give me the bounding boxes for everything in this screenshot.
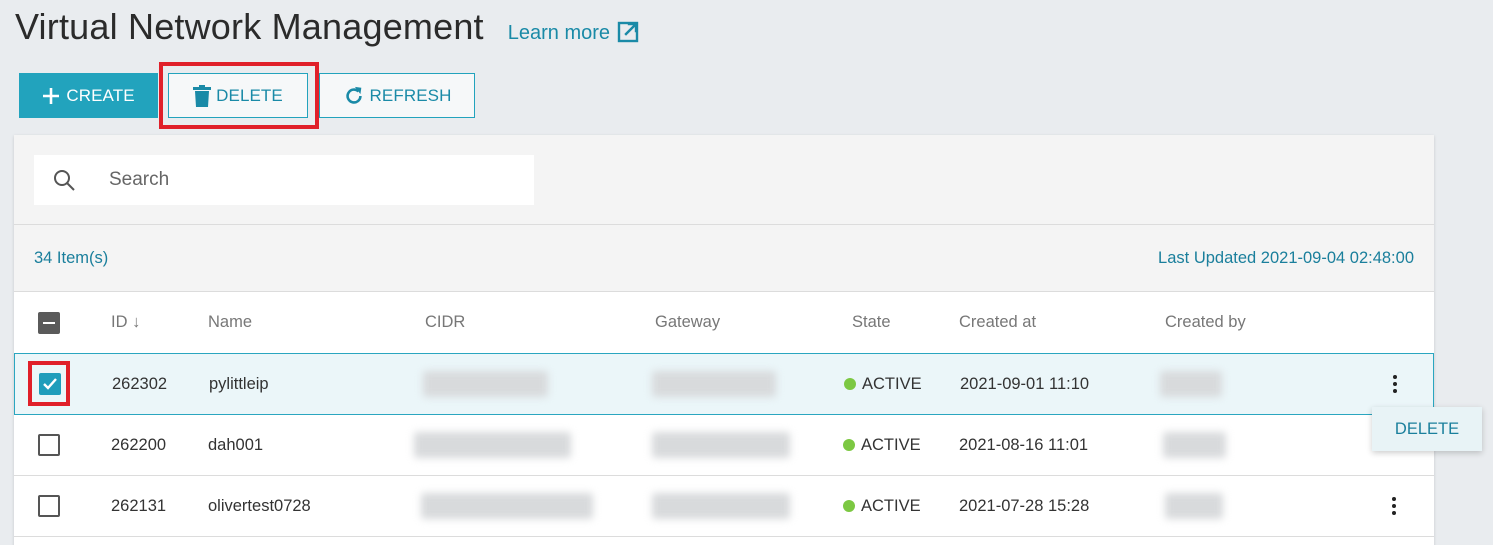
active-status-dot bbox=[843, 439, 855, 451]
create-button[interactable]: CREATE bbox=[19, 73, 158, 118]
checkmark-icon bbox=[43, 378, 57, 390]
context-menu-delete-label: DELETE bbox=[1394, 419, 1460, 438]
context-menu-delete[interactable]: DELETE bbox=[1372, 407, 1482, 451]
learn-more-label: Learn more bbox=[507, 22, 611, 44]
list-meta: 34 Item(s) Last Updated 2021-09-04 02:48… bbox=[14, 225, 1434, 292]
row-gateway-redacted bbox=[652, 371, 776, 397]
row-id: 262200 bbox=[111, 435, 167, 454]
table-row[interactable]: 262131 olivertest0728 ACTIVE 2021-07-28 … bbox=[14, 476, 1434, 537]
column-header-gateway[interactable]: Gateway bbox=[655, 292, 720, 353]
table-header: ID ↓ Name CIDR Gateway State Created at … bbox=[14, 292, 1434, 354]
column-header-name[interactable]: Name bbox=[208, 292, 252, 353]
create-button-label: CREATE bbox=[66, 85, 135, 105]
table-row[interactable]: 262302 pylittleip ACTIVE 2021-09-01 11:1… bbox=[14, 353, 1434, 415]
page-title: Virtual Network Management bbox=[15, 6, 484, 47]
column-header-created-at[interactable]: Created at bbox=[959, 292, 1036, 353]
delete-button-label: DELETE bbox=[216, 85, 283, 105]
row-state: ACTIVE bbox=[843, 497, 921, 516]
row-created-by-redacted bbox=[1163, 432, 1226, 458]
row-state-label: ACTIVE bbox=[862, 374, 922, 393]
row-id: 262131 bbox=[111, 496, 167, 515]
row-name: olivertest0728 bbox=[208, 496, 311, 515]
delete-button[interactable]: DELETE bbox=[168, 73, 308, 118]
row-cidr-redacted bbox=[414, 432, 571, 458]
row-checkbox[interactable] bbox=[39, 373, 61, 395]
refresh-button-label: REFRESH bbox=[369, 85, 452, 105]
network-list-panel: 34 Item(s) Last Updated 2021-09-04 02:48… bbox=[14, 135, 1434, 545]
item-count: 34 Item(s) bbox=[34, 248, 109, 267]
row-actions-menu-icon[interactable] bbox=[1382, 494, 1406, 518]
row-gateway-redacted bbox=[652, 493, 790, 519]
row-cidr-redacted bbox=[423, 371, 548, 397]
external-link-icon bbox=[617, 21, 639, 42]
row-cidr-redacted bbox=[421, 493, 593, 519]
row-checkbox[interactable] bbox=[38, 495, 60, 517]
table-row[interactable]: 262200 dah001 ACTIVE 2021-08-16 11:01 bbox=[14, 415, 1434, 476]
active-status-dot bbox=[844, 378, 856, 390]
row-id: 262302 bbox=[112, 374, 168, 393]
row-state-label: ACTIVE bbox=[861, 496, 921, 515]
column-header-created-by[interactable]: Created by bbox=[1165, 292, 1246, 353]
row-state-label: ACTIVE bbox=[861, 435, 921, 454]
last-updated: Last Updated 2021-09-04 02:48:00 bbox=[1158, 248, 1414, 267]
trash-icon bbox=[193, 84, 212, 107]
search-input[interactable] bbox=[109, 169, 489, 191]
search-area bbox=[14, 135, 1434, 225]
search-icon bbox=[54, 170, 75, 191]
row-created-by-redacted bbox=[1165, 493, 1223, 519]
row-state: ACTIVE bbox=[844, 375, 922, 394]
row-name: dah001 bbox=[208, 435, 264, 454]
row-created-by-redacted bbox=[1160, 371, 1222, 397]
row-actions-menu-icon[interactable] bbox=[1383, 372, 1407, 396]
row-created-at: 2021-09-01 11:10 bbox=[960, 374, 1090, 393]
column-header-id[interactable]: ID ↓ bbox=[111, 292, 140, 353]
refresh-button[interactable]: REFRESH bbox=[319, 73, 475, 118]
select-all-checkbox[interactable] bbox=[38, 311, 60, 334]
column-header-state[interactable]: State bbox=[852, 292, 891, 353]
toolbar: CREATE DELETE REFRESH bbox=[19, 73, 475, 118]
refresh-icon bbox=[345, 86, 362, 104]
row-name: pylittleip bbox=[209, 374, 269, 393]
row-created-at: 2021-08-16 11:01 bbox=[959, 435, 1089, 454]
row-checkbox[interactable] bbox=[38, 434, 60, 456]
row-state: ACTIVE bbox=[843, 436, 921, 455]
plus-icon bbox=[43, 87, 60, 104]
row-gateway-redacted bbox=[652, 432, 790, 458]
column-header-cidr[interactable]: CIDR bbox=[425, 292, 465, 353]
page-header: Virtual Network Management Learn more bbox=[15, 6, 640, 50]
row-created-at: 2021-07-28 15:28 bbox=[959, 496, 1090, 515]
learn-more-link[interactable]: Learn more bbox=[507, 21, 640, 46]
active-status-dot bbox=[843, 500, 855, 512]
search-box bbox=[34, 155, 534, 205]
